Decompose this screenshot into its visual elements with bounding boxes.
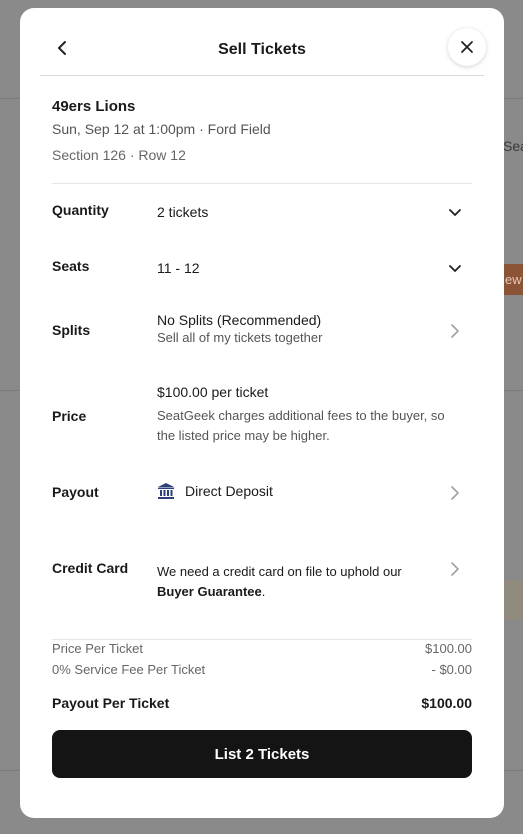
credit-card-period: . — [261, 584, 266, 599]
splits-content: No Splits (Recommended) Sell all of my t… — [157, 312, 442, 348]
payout-method: Direct Deposit — [185, 483, 273, 499]
credit-card-label: Credit Card — [52, 560, 129, 576]
price-per-ticket-label: Price Per Ticket — [52, 641, 144, 656]
seats-value: 11 - 12 — [157, 260, 200, 276]
splits-description: Sell all of my tickets together — [157, 330, 323, 345]
payout-summary: Price Per Ticket $100.00 0% Service Fee … — [52, 639, 472, 711]
credit-card-arrow[interactable] — [448, 562, 462, 576]
event-section-row: Section 126 · Row 12 — [52, 147, 186, 163]
credit-card-content: We need a credit card on file to uphold … — [157, 562, 442, 602]
service-fee-value: - $0.00 — [431, 662, 472, 677]
price-value: $100.00 per ticket — [157, 384, 269, 400]
quantity-row[interactable]: Quantity 2 tickets — [52, 196, 472, 226]
service-fee-label: 0% Service Fee Per Ticket — [52, 662, 206, 677]
service-fee-row: 0% Service Fee Per Ticket - $0.00 — [52, 662, 472, 677]
sell-tickets-modal: Sell Tickets 49ers Lions Sun, Sep 12 at … — [20, 8, 504, 818]
seats-label: Seats — [52, 258, 90, 274]
bank-icon — [158, 483, 174, 499]
payout-per-ticket-value: $100.00 — [421, 695, 472, 711]
payout-label: Payout — [52, 484, 99, 500]
splits-arrow[interactable] — [448, 324, 462, 338]
chevron-right-icon — [451, 486, 459, 500]
chevron-down-icon — [449, 265, 461, 272]
credit-card-row[interactable]: Credit Card We need a credit card on fil… — [52, 560, 472, 604]
background-peek-button: ew — [503, 264, 523, 295]
price-per-ticket-row: Price Per Ticket $100.00 — [52, 641, 472, 656]
chevron-right-icon — [451, 562, 459, 576]
seats-dropdown-toggle[interactable] — [448, 262, 462, 276]
credit-card-text: We need a credit card on file to uphold … — [157, 564, 402, 579]
price-content: $100.00 per ticket SeatGeek charges addi… — [157, 384, 462, 446]
price-per-ticket-value: $100.00 — [425, 641, 472, 656]
price-row[interactable]: Price $100.00 per ticket SeatGeek charge… — [52, 384, 472, 454]
background-peek-text: Sea — [503, 138, 523, 154]
close-icon — [461, 41, 473, 53]
payout-arrow[interactable] — [448, 486, 462, 500]
quantity-label: Quantity — [52, 202, 109, 218]
close-button[interactable] — [448, 28, 486, 66]
modal-title: Sell Tickets — [218, 41, 306, 58]
event-summary: 49ers Lions Sun, Sep 12 at 1:00pm · Ford… — [52, 98, 472, 184]
payout-per-ticket-row: Payout Per Ticket $100.00 — [52, 695, 472, 711]
event-name: 49ers Lions — [52, 98, 136, 115]
price-label: Price — [52, 408, 87, 424]
chevron-right-icon — [451, 324, 459, 338]
payout-content: Direct Deposit — [157, 482, 442, 500]
price-fee-note: SeatGeek charges additional fees to the … — [157, 408, 445, 443]
background-peek-panel — [503, 580, 523, 620]
splits-row[interactable]: Splits No Splits (Recommended) Sell all … — [52, 312, 472, 356]
buyer-guarantee-link[interactable]: Buyer Guarantee — [157, 584, 262, 599]
quantity-value: 2 tickets — [157, 204, 209, 220]
quantity-dropdown-toggle[interactable] — [448, 206, 462, 220]
list-tickets-button[interactable]: List 2 Tickets — [52, 730, 472, 778]
payout-row[interactable]: Payout Direct Deposit — [52, 482, 472, 506]
splits-label: Splits — [52, 322, 91, 338]
background-peek-button-label: ew — [505, 272, 522, 287]
payout-per-ticket-label: Payout Per Ticket — [52, 695, 170, 711]
modal-header: Sell Tickets — [40, 8, 486, 76]
seats-row[interactable]: Seats 11 - 12 — [52, 252, 472, 282]
chevron-down-icon — [449, 209, 461, 216]
splits-value: No Splits (Recommended) — [157, 312, 322, 328]
event-datetime-venue: Sun, Sep 12 at 1:00pm · Ford Field — [52, 121, 271, 137]
